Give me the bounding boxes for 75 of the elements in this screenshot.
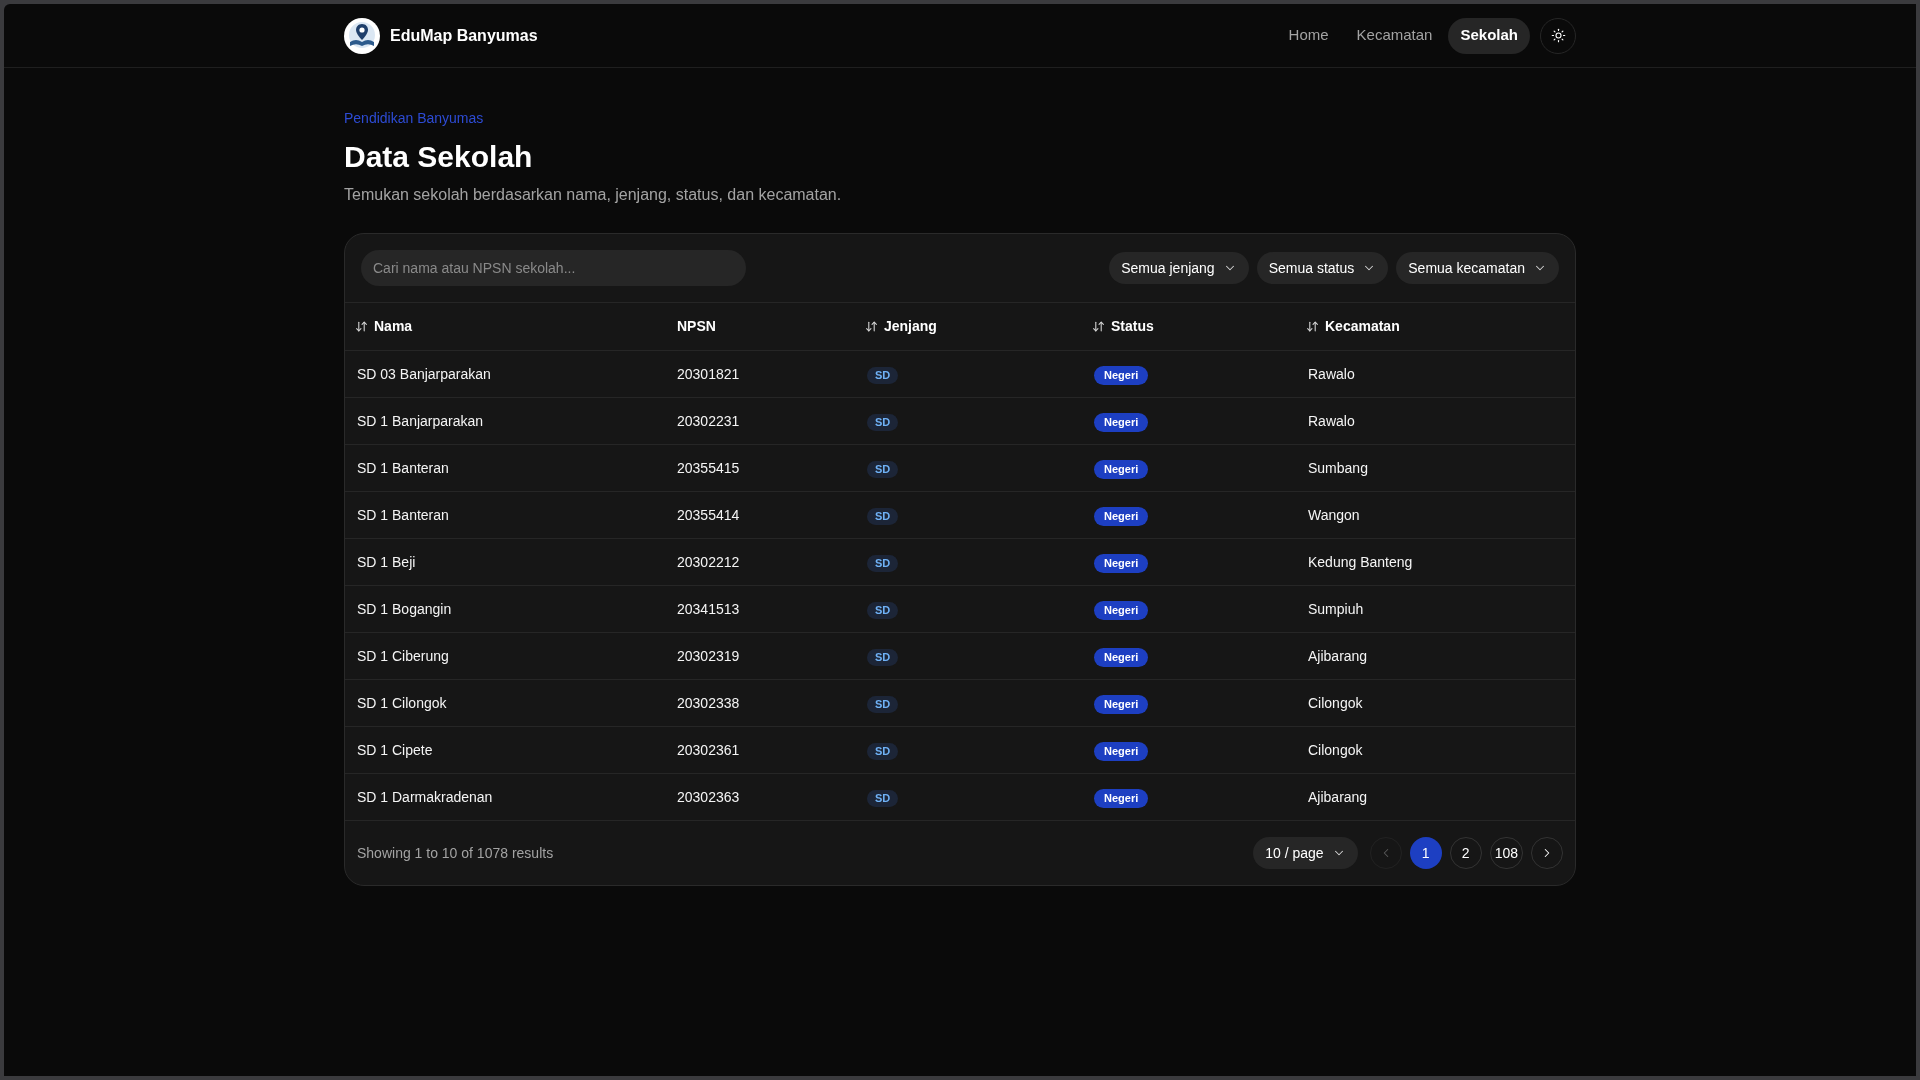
jenjang-badge: SD [867, 696, 899, 713]
table-cell: Rawalo [1308, 413, 1355, 429]
jenjang-badge: SD [867, 602, 899, 619]
nav-link[interactable]: Sekolah [1448, 17, 1530, 54]
table-cell: Cilongok [1308, 742, 1363, 758]
table-cell: 20355415 [677, 460, 740, 476]
table-cell: SD 1 Darmakradenan [357, 789, 493, 805]
table-cell: 20302212 [677, 554, 740, 570]
table-cell: Cilongok [1308, 695, 1363, 711]
brand-name[interactable]: EduMap Banyumas [390, 23, 538, 48]
table-cell: 20302338 [677, 695, 740, 711]
table-cell: SD 1 Banteran [357, 507, 449, 523]
status-badge: Negeri [1094, 742, 1149, 761]
table-cell: Ajibarang [1308, 789, 1368, 805]
table-cell: SD 1 Bogangin [357, 601, 452, 617]
table-cell: 20302361 [677, 742, 740, 758]
jenjang-badge: SD [867, 649, 899, 666]
table-cell: Wangon [1308, 507, 1360, 523]
filter-dropdown[interactable]: Semua status [1256, 252, 1389, 284]
table-cell: 20302231 [677, 413, 740, 429]
nav-link[interactable]: Home [1276, 17, 1341, 54]
search-field[interactable]: Cari nama atau NPSN sekolah... [361, 250, 746, 286]
column-header[interactable]: Kecamatan [1296, 310, 1410, 343]
sun-icon [1550, 28, 1566, 43]
table-cell: 20302363 [677, 789, 740, 805]
status-badge: Negeri [1094, 460, 1149, 479]
table-cell: Ajibarang [1308, 648, 1368, 664]
page-subtitle: Temukan sekolah berdasarkan nama, jenjang, status, dan kecamatan. [344, 185, 843, 205]
status-badge: Negeri [1094, 554, 1149, 573]
status-badge: Negeri [1094, 507, 1149, 526]
logo-icon [344, 17, 380, 54]
eyebrow-text: Pendidikan Banyumas [344, 109, 485, 128]
jenjang-badge: SD [867, 743, 899, 760]
sort-icon [1092, 320, 1105, 333]
table-cell: SD 03 Banjarparakan [357, 366, 491, 382]
column-header[interactable]: Jenjang [855, 310, 947, 343]
sort-icon [1306, 320, 1319, 333]
column-header[interactable]: Status [1082, 310, 1164, 343]
sort-icon [865, 320, 878, 333]
status-badge: Negeri [1094, 413, 1149, 432]
sort-icon [355, 320, 368, 333]
table-cell: Rawalo [1308, 366, 1355, 382]
jenjang-badge: SD [867, 414, 899, 431]
table-cell: 20341513 [677, 601, 740, 617]
table-cell: 20355414 [677, 507, 740, 523]
table-cell: SD 1 Cilongok [357, 695, 447, 711]
nav-link[interactable]: Kecamatan [1344, 17, 1445, 54]
table-cell: SD 1 Banjarparakan [357, 413, 484, 429]
table-cell: SD 1 Cipete [357, 742, 433, 758]
table-cell: 20301821 [677, 366, 740, 382]
page-size-select[interactable]: 10 / page [1253, 837, 1358, 869]
column-header: NPSN [677, 317, 716, 336]
table-cell: Kedung Banteng [1308, 554, 1413, 570]
status-badge: Negeri [1094, 601, 1149, 620]
page-button[interactable]: 1 [1409, 837, 1442, 869]
table-cell: Sumpiuh [1308, 601, 1364, 617]
status-badge: Negeri [1094, 366, 1149, 385]
jenjang-badge: SD [867, 790, 899, 807]
filter-dropdown[interactable]: Semua jenjang [1109, 252, 1249, 284]
table-cell: 20302319 [677, 648, 740, 664]
column-header[interactable]: Nama [345, 310, 423, 343]
jenjang-badge: SD [867, 508, 899, 525]
jenjang-badge: SD [867, 367, 899, 384]
table-cell: SD 1 Banteran [357, 460, 449, 476]
jenjang-badge: SD [867, 461, 899, 478]
results-summary: Showing 1 to 10 of 1078 results [357, 843, 554, 863]
table-cell: Sumbang [1308, 460, 1368, 476]
status-badge: Negeri [1094, 695, 1149, 714]
filter-dropdown[interactable]: Semua kecamatan [1396, 252, 1559, 284]
status-badge: Negeri [1094, 648, 1149, 667]
page-title: Data Sekolah [344, 139, 534, 175]
jenjang-badge: SD [867, 555, 899, 572]
table-cell: SD 1 Ciberung [357, 648, 449, 664]
status-badge: Negeri [1094, 789, 1149, 808]
table-cell: SD 1 Beji [357, 554, 416, 570]
